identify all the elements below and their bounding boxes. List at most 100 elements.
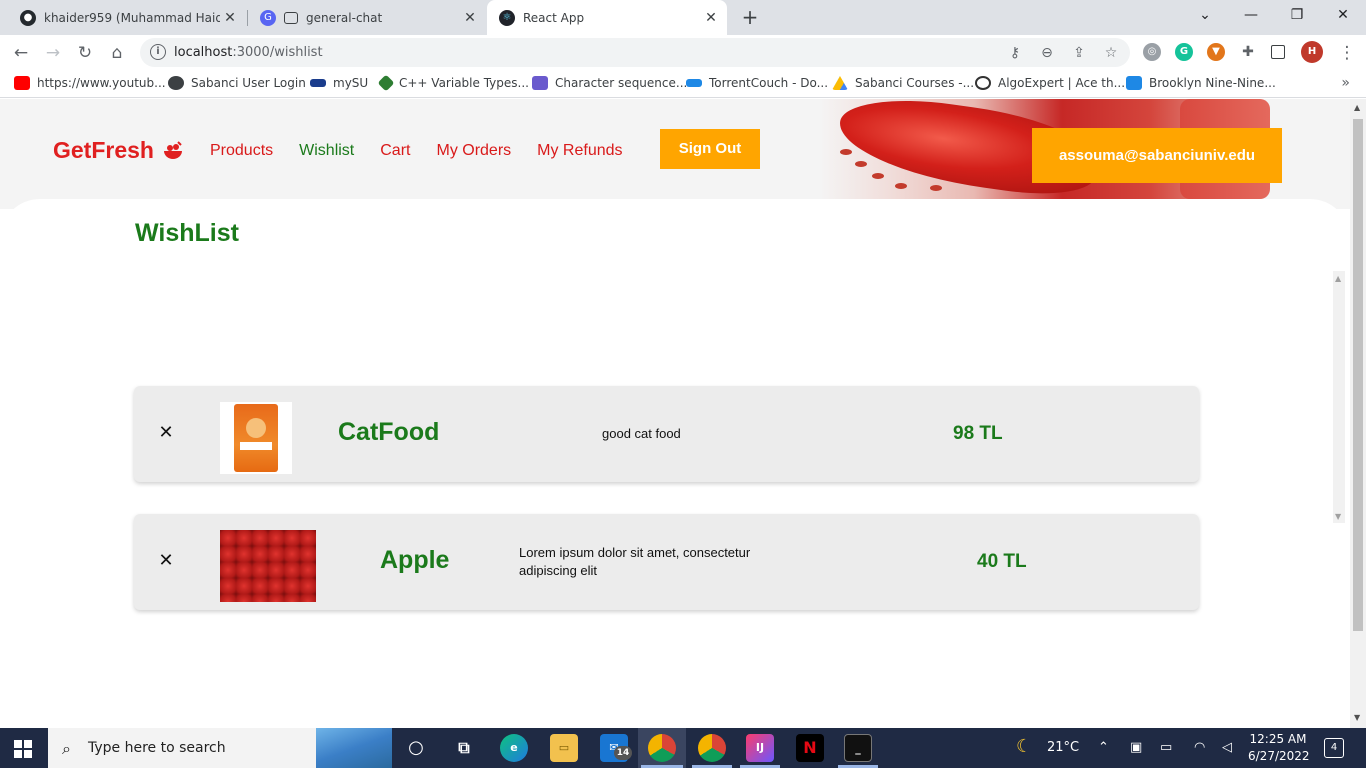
taskbar-search[interactable]: ⌕ Type here to search xyxy=(48,728,392,768)
nav-products[interactable]: Products xyxy=(210,142,273,160)
wifi-icon[interactable]: ◠ xyxy=(1194,740,1205,755)
netflix-icon[interactable]: N xyxy=(796,734,824,762)
tab-general-chat[interactable]: G general-chat ✕ xyxy=(248,0,486,35)
scroll-down-icon[interactable]: ▼ xyxy=(1335,512,1341,521)
product-price: 40 TL xyxy=(977,551,1027,572)
remove-icon[interactable]: ✕ xyxy=(158,422,174,443)
network-device-icon[interactable]: ▣ xyxy=(1130,740,1142,755)
bookmark-mysu[interactable]: mySU xyxy=(310,76,368,90)
tab-close-icon[interactable]: ✕ xyxy=(460,10,480,26)
product-price: 98 TL xyxy=(953,423,1003,444)
wishlist-scrollbar[interactable]: ▲ ▼ xyxy=(1333,271,1345,523)
reload-icon[interactable]: ↻ xyxy=(72,40,98,66)
nav-wishlist[interactable]: Wishlist xyxy=(299,142,354,160)
zoom-icon[interactable]: ⊖ xyxy=(1038,44,1056,62)
page-title: WishList xyxy=(135,219,239,247)
site-header: GetFresh Products Wishlist Cart My Order… xyxy=(0,99,1350,209)
nav-my-refunds[interactable]: My Refunds xyxy=(537,142,622,160)
product-name[interactable]: CatFood xyxy=(338,418,439,447)
bookmark-b99[interactable]: Brooklyn Nine-Nine... xyxy=(1126,76,1276,90)
bookmark-torrentcouch[interactable]: TorrentCouch - Do... xyxy=(686,76,828,90)
bookmark-label: https://www.youtub... xyxy=(37,76,166,90)
restore-button[interactable]: ❐ xyxy=(1274,0,1320,30)
bookmarks-bar: https://www.youtub... Sabanci User Login… xyxy=(0,70,1366,98)
bookmark-youtube[interactable]: https://www.youtub... xyxy=(14,76,166,90)
remove-icon[interactable]: ✕ xyxy=(158,550,174,571)
address-bar[interactable]: i localhost:3000/wishlist ⚷ ⊖ ⇪ ☆ xyxy=(140,38,1130,67)
moon-weather-icon[interactable]: ☾ xyxy=(1016,736,1032,757)
new-tab-button[interactable]: + xyxy=(738,5,762,29)
tab-github[interactable]: ● khaider959 (Muhammad Haider Khan) ✕ xyxy=(0,0,246,35)
url-path: :3000/wishlist xyxy=(232,45,323,60)
battery-icon[interactable]: ▭ xyxy=(1160,740,1172,755)
tab-title: general-chat xyxy=(306,10,383,25)
menu-kebab-icon[interactable]: ⋮ xyxy=(1334,40,1360,66)
site-info-icon[interactable]: i xyxy=(150,44,166,60)
discord-icon: G xyxy=(260,9,276,26)
bookmark-label: Sabanci Courses -... xyxy=(855,76,975,90)
user-email-button[interactable]: assouma@sabanciuniv.edu xyxy=(1032,128,1282,183)
grammarly-icon[interactable]: G xyxy=(1175,43,1193,61)
terminal-icon[interactable]: _ xyxy=(844,734,872,762)
tab-search-icon[interactable]: ⌄ xyxy=(1182,0,1228,30)
seed-decoration xyxy=(855,161,867,167)
weather-temp[interactable]: 21°C xyxy=(1047,740,1079,755)
bookmark-sabanci-login[interactable]: Sabanci User Login xyxy=(168,76,306,90)
cortana-icon[interactable]: ○ xyxy=(402,734,430,762)
tray-chevron-icon[interactable]: ⌃ xyxy=(1098,740,1109,755)
sign-out-button[interactable]: Sign Out xyxy=(660,129,760,169)
chrome-profile-m-icon[interactable] xyxy=(698,734,726,762)
google-drive-icon xyxy=(832,76,848,90)
scroll-down-icon[interactable]: ▼ xyxy=(1354,713,1360,722)
chrome-profile-h-icon[interactable] xyxy=(648,734,676,762)
minimize-button[interactable]: — xyxy=(1228,0,1274,30)
task-view-icon[interactable]: ⧉ xyxy=(450,734,478,762)
page-scrollbar[interactable]: ▲ ▼ xyxy=(1350,99,1366,728)
bookmark-star-icon[interactable]: ☆ xyxy=(1102,44,1120,62)
key-icon[interactable]: ⚷ xyxy=(1006,44,1024,62)
site-logo[interactable]: GetFresh xyxy=(53,137,184,164)
share-icon[interactable]: ⇪ xyxy=(1070,44,1088,62)
bookmark-char-seq[interactable]: Character sequence... xyxy=(532,76,687,90)
extensions-puzzle-icon[interactable]: ✚ xyxy=(1239,43,1257,61)
tab-close-icon[interactable]: ✕ xyxy=(701,10,721,26)
scroll-up-icon[interactable]: ▲ xyxy=(1354,103,1360,112)
nav-cart[interactable]: Cart xyxy=(380,142,410,160)
nav-my-orders[interactable]: My Orders xyxy=(436,142,511,160)
bookmark-algoexpert[interactable]: AlgoExpert | Ace th... xyxy=(975,76,1125,90)
notifications-icon[interactable]: 4 xyxy=(1324,738,1344,758)
metamask-icon[interactable]: ▼ xyxy=(1207,43,1225,61)
system-clock[interactable]: 12:25 AM 6/27/2022 xyxy=(1248,731,1310,765)
forward-icon[interactable]: → xyxy=(40,40,66,66)
tab-title: React App xyxy=(523,10,585,25)
tab-react-app[interactable]: ⚛ React App ✕ xyxy=(487,0,727,35)
profile-avatar[interactable]: H xyxy=(1301,41,1323,63)
back-icon[interactable]: ← xyxy=(8,40,34,66)
scrollbar-thumb[interactable] xyxy=(1353,119,1363,631)
home-icon[interactable]: ⌂ xyxy=(104,40,130,66)
bookmarks-overflow-icon[interactable]: » xyxy=(1341,75,1350,91)
extension-globe-icon[interactable]: ◎ xyxy=(1143,43,1161,61)
close-window-button[interactable]: ✕ xyxy=(1320,0,1366,30)
volume-icon[interactable]: ◁ xyxy=(1222,740,1232,755)
bookmark-label: Brooklyn Nine-Nine... xyxy=(1149,76,1276,90)
bookmark-label: C++ Variable Types... xyxy=(399,76,529,90)
torrent-icon xyxy=(686,79,702,87)
url-text[interactable]: localhost:3000/wishlist xyxy=(174,45,323,60)
intellij-icon[interactable]: IJ xyxy=(746,734,774,762)
edge-icon[interactable]: e xyxy=(500,734,528,762)
bookmark-label: mySU xyxy=(333,76,369,90)
product-name[interactable]: Apple xyxy=(380,546,449,575)
bookmark-sabanci-courses[interactable]: Sabanci Courses -... xyxy=(832,76,974,90)
seed-decoration xyxy=(840,149,852,155)
bookmark-cpp-types[interactable]: C++ Variable Types... xyxy=(377,74,529,92)
tab-close-icon[interactable]: ✕ xyxy=(220,10,240,26)
scroll-up-icon[interactable]: ▲ xyxy=(1335,274,1341,283)
windows-start-icon[interactable] xyxy=(14,740,32,758)
wishlist-item: ✕ CatFood good cat food 98 TL xyxy=(134,386,1199,482)
b99-icon xyxy=(1126,76,1142,90)
side-panel-icon[interactable] xyxy=(1271,45,1285,59)
file-explorer-icon[interactable]: ▭ xyxy=(550,734,578,762)
mail-badge: 14 xyxy=(614,746,632,760)
salad-bowl-icon xyxy=(163,140,182,159)
